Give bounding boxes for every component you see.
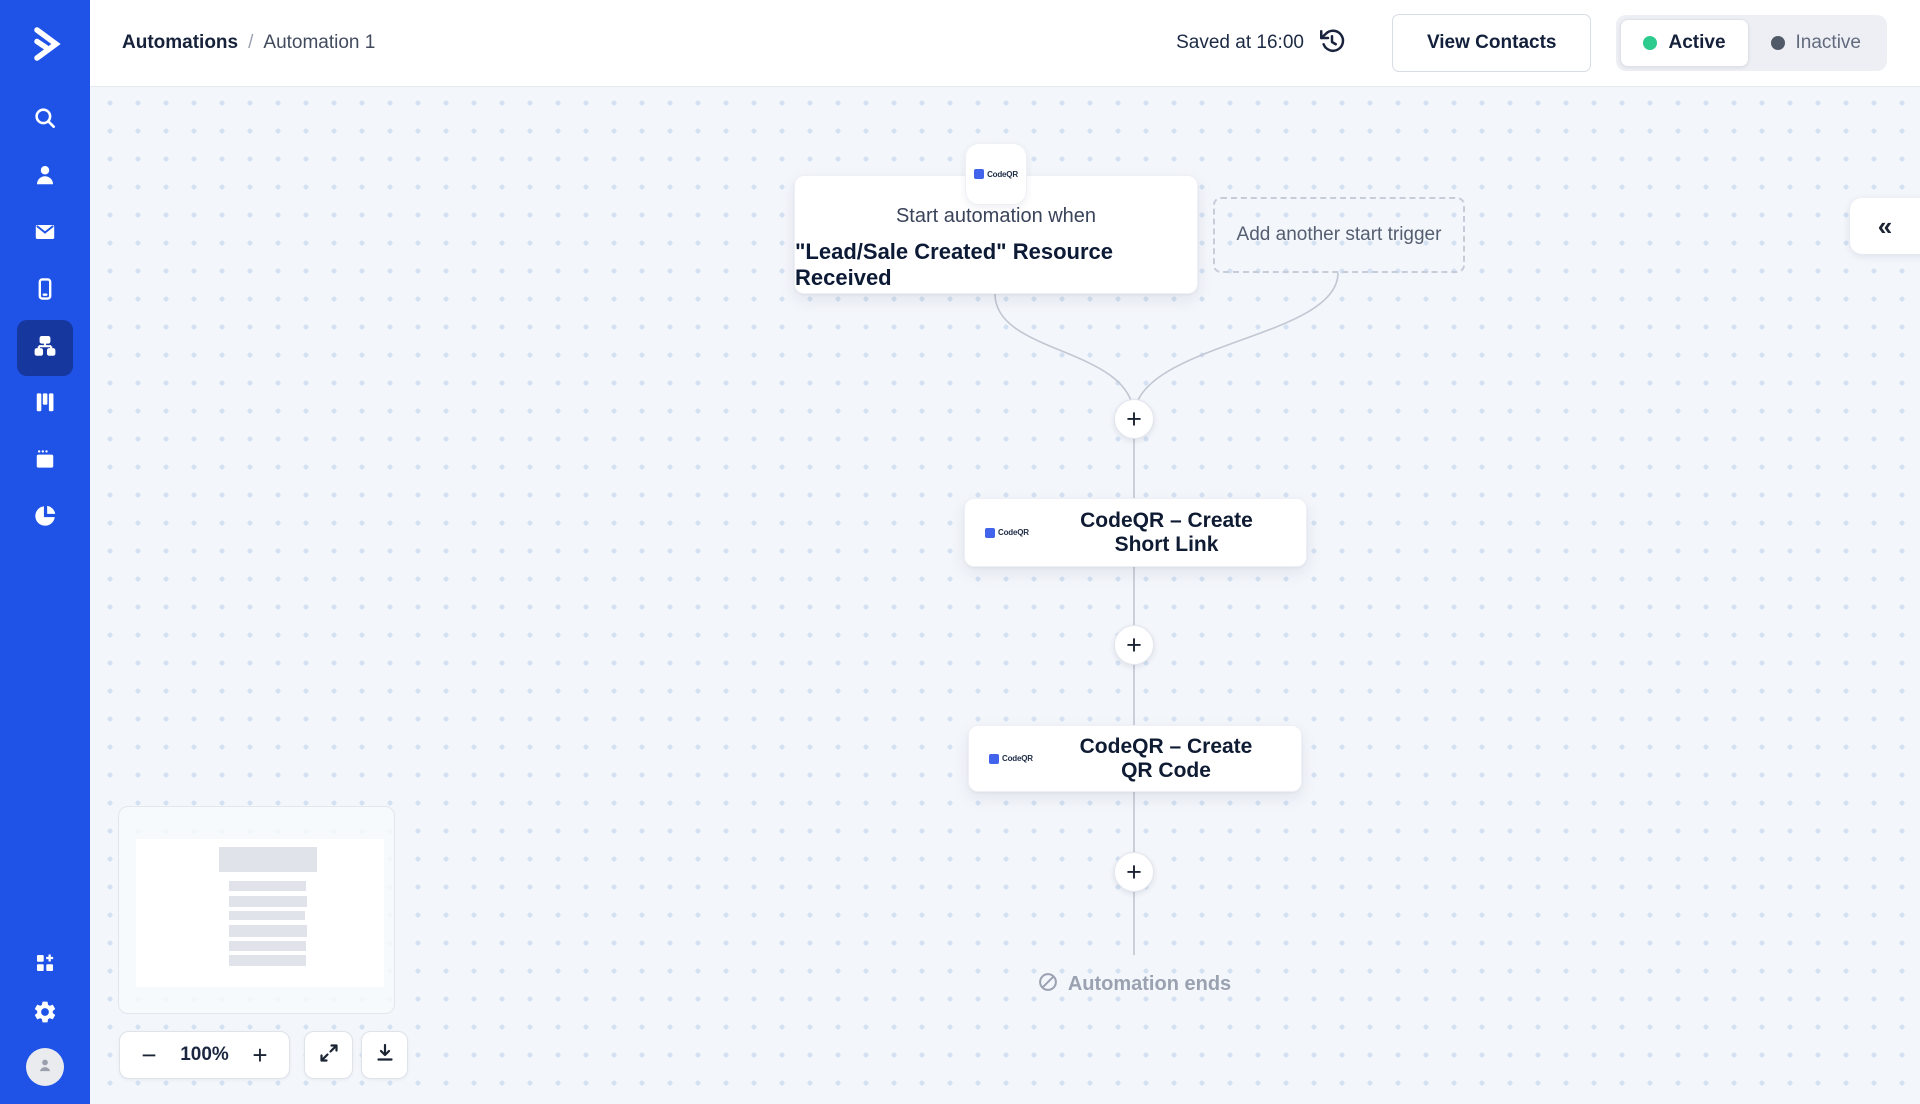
zoom-out-button[interactable]: − bbox=[136, 1042, 162, 1068]
add-step-button-2[interactable]: + bbox=[1114, 625, 1154, 665]
gear-icon bbox=[32, 1012, 58, 1029]
minimap-node-bar bbox=[229, 911, 305, 920]
action-title: CodeQR – Create Short Link bbox=[1057, 509, 1286, 557]
sidebar-footer bbox=[26, 950, 64, 1086]
action-title: CodeQR – Create QR Code bbox=[1061, 735, 1281, 783]
active-label: Active bbox=[1668, 32, 1725, 54]
action-node-create-qr-code[interactable]: CodeQR CodeQR – Create QR Code bbox=[968, 725, 1302, 792]
minimap-node-bar bbox=[229, 881, 306, 891]
zoom-level: 100% bbox=[180, 1044, 229, 1066]
download-button[interactable] bbox=[361, 1031, 408, 1079]
codeqr-logo-text: CodeQR bbox=[1002, 754, 1033, 763]
inactive-label: Inactive bbox=[1796, 32, 1861, 54]
mobile-phone-icon bbox=[32, 276, 58, 307]
search-icon bbox=[32, 105, 58, 136]
sidebar-item-pipelines[interactable] bbox=[17, 376, 73, 433]
minimap[interactable] bbox=[118, 806, 395, 1014]
breadcrumb-separator: / bbox=[248, 32, 253, 54]
codeqr-logo-text: CodeQR bbox=[998, 528, 1029, 537]
sidebar-item-automations[interactable] bbox=[17, 320, 73, 376]
top-bar: Automations / Automation 1 Saved at 16:0… bbox=[90, 0, 1920, 87]
mail-icon bbox=[32, 219, 58, 250]
minimap-node-bar bbox=[229, 941, 306, 951]
sidebar-item-website[interactable] bbox=[17, 433, 73, 490]
action-node-create-short-link[interactable]: CodeQR CodeQR – Create Short Link bbox=[964, 498, 1307, 567]
codeqr-app-logo: CodeQR bbox=[985, 528, 1057, 538]
pie-chart-icon bbox=[32, 503, 58, 534]
trigger-app-badge: CodeQR bbox=[965, 143, 1027, 205]
automation-canvas[interactable]: Start automation when "Lead/Sale Created… bbox=[90, 87, 1920, 1104]
activecampaign-logo-icon[interactable] bbox=[0, 0, 90, 88]
revision-history-button[interactable] bbox=[1314, 25, 1350, 61]
breadcrumb: Automations / Automation 1 bbox=[122, 32, 375, 54]
user-avatar[interactable] bbox=[26, 1048, 64, 1086]
add-step-button-1[interactable]: + bbox=[1114, 399, 1154, 439]
header-actions: Saved at 16:00 View Contacts Active Inac… bbox=[1176, 14, 1887, 72]
contact-person-icon bbox=[32, 162, 58, 193]
codeqr-logo-icon bbox=[985, 528, 995, 538]
breadcrumb-current-page: Automation 1 bbox=[263, 32, 375, 54]
trigger-title: "Lead/Sale Created" Resource Received bbox=[795, 239, 1197, 291]
avatar-person-icon bbox=[35, 1055, 55, 1080]
status-toggle: Active Inactive bbox=[1616, 15, 1887, 71]
automation-end-label: Automation ends bbox=[1068, 973, 1231, 996]
saved-status-text: Saved at 16:00 bbox=[1176, 32, 1304, 54]
sidebar-item-campaigns[interactable] bbox=[17, 206, 73, 263]
sidebar-item-apps[interactable] bbox=[32, 950, 58, 981]
codeqr-logo-icon bbox=[989, 754, 999, 764]
zoom-in-button[interactable]: + bbox=[247, 1042, 273, 1068]
toggle-option-active[interactable]: Active bbox=[1620, 19, 1748, 67]
minimap-node-bar bbox=[219, 847, 317, 872]
apps-grid-plus-icon bbox=[32, 963, 58, 980]
zoom-controls: − 100% + bbox=[119, 1031, 290, 1079]
codeqr-app-logo: CodeQR bbox=[989, 754, 1061, 764]
history-clock-icon bbox=[1317, 26, 1347, 61]
sidebar bbox=[0, 0, 90, 1104]
circle-slash-icon bbox=[1037, 971, 1059, 998]
inactive-status-dot-icon bbox=[1771, 36, 1785, 50]
add-step-button-3[interactable]: + bbox=[1114, 852, 1154, 892]
browser-window-icon bbox=[32, 446, 58, 477]
minimap-node-bar bbox=[229, 925, 307, 937]
download-icon bbox=[373, 1041, 397, 1070]
view-contacts-button[interactable]: View Contacts bbox=[1392, 14, 1592, 72]
automation-sitemap-icon bbox=[32, 333, 58, 364]
active-status-dot-icon bbox=[1643, 36, 1657, 50]
trigger-subtitle: Start automation when bbox=[896, 205, 1096, 228]
sidebar-item-reports[interactable] bbox=[17, 490, 73, 547]
fit-to-screen-button[interactable] bbox=[304, 1031, 353, 1079]
kanban-columns-icon bbox=[32, 389, 58, 420]
sidebar-item-settings[interactable] bbox=[32, 999, 58, 1030]
minimap-node-bar bbox=[229, 955, 306, 966]
breadcrumb-automations-link[interactable]: Automations bbox=[122, 32, 238, 54]
minimap-viewport bbox=[136, 839, 384, 987]
expand-arrows-icon bbox=[317, 1041, 341, 1070]
toggle-option-inactive[interactable]: Inactive bbox=[1749, 19, 1883, 67]
sidebar-item-mobile[interactable] bbox=[17, 263, 73, 320]
sidebar-item-search[interactable] bbox=[17, 92, 73, 149]
sidebar-item-contacts[interactable] bbox=[17, 149, 73, 206]
codeqr-logo-icon bbox=[974, 169, 984, 179]
codeqr-logo-text: CodeQR bbox=[987, 170, 1018, 179]
automation-end-marker: Automation ends bbox=[1034, 971, 1234, 998]
minimap-node-bar bbox=[229, 896, 307, 907]
add-start-trigger-button[interactable]: Add another start trigger bbox=[1213, 197, 1465, 273]
collapse-panel-button[interactable]: « bbox=[1850, 198, 1920, 254]
sidebar-nav bbox=[17, 92, 73, 547]
